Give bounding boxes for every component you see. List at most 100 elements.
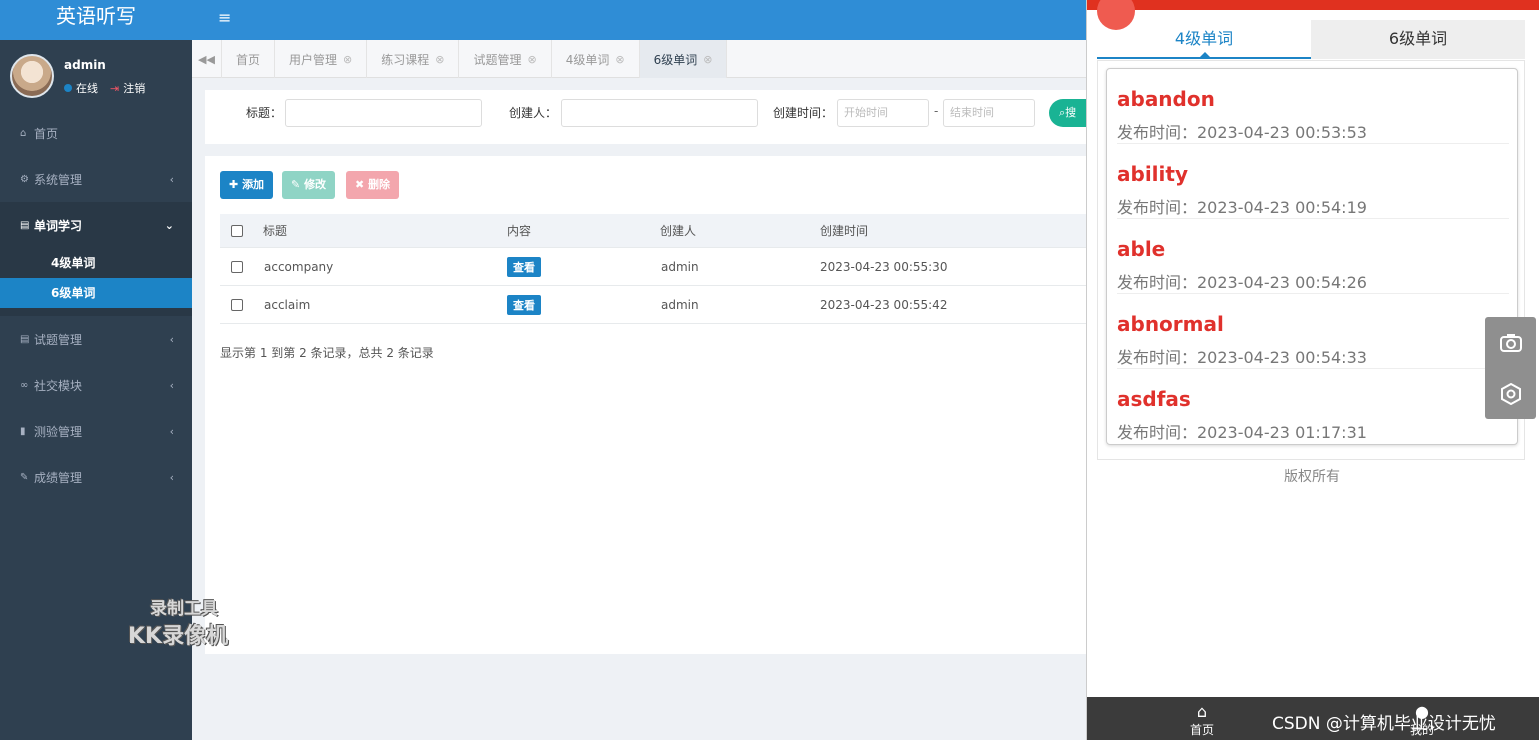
view-content-button[interactable]: 查看 xyxy=(507,248,541,285)
sidebar-item-home[interactable]: ⌂ 首页 xyxy=(0,110,192,156)
word-title[interactable]: ability xyxy=(1117,162,1188,186)
settings-hex-icon[interactable] xyxy=(1485,368,1536,419)
csdn-watermark: CSDN @计算机毕业设计无忧 xyxy=(1272,714,1496,734)
tab-user-management[interactable]: 用户管理 ⊗ xyxy=(275,40,368,78)
title-input[interactable] xyxy=(285,99,482,127)
word-title[interactable]: abandon xyxy=(1117,87,1215,111)
table-row[interactable]: accompany 查看 admin 2023-04-23 00:55:30 xyxy=(220,248,1086,286)
word-publish-time: 发布时间：2023-04-23 01:17:31 xyxy=(1117,423,1367,442)
end-time-input[interactable]: 结束时间 xyxy=(943,99,1035,127)
tab-label: 试题管理 xyxy=(473,52,522,67)
close-icon[interactable]: ⊗ xyxy=(528,53,537,66)
mobile-nav-home[interactable]: ⌂ 首页 xyxy=(1177,703,1227,738)
table-header: 标题 内容 创建人 创建时间 xyxy=(220,214,1086,248)
sidebar-item-score[interactable]: ✎ 成绩管理 ‹ xyxy=(0,454,192,500)
table-panel: ✚ 添加 ✎ 修改 ✖ 删除 标题 内容 创建人 创建时间 accompany … xyxy=(205,156,1086,654)
row-checkbox[interactable] xyxy=(231,248,243,285)
creator-input[interactable] xyxy=(561,99,758,127)
app-logo[interactable]: 英语听写 xyxy=(0,0,192,40)
top-bar: ≡ xyxy=(192,0,1086,40)
sidebar-item-label: 单词学习 xyxy=(34,218,83,233)
word-title[interactable]: asdfas xyxy=(1117,387,1191,411)
copyright-text: 版权所有 xyxy=(1284,469,1340,485)
chevron-left-icon: ‹ xyxy=(169,172,174,186)
chevron-left-icon: ‹ xyxy=(169,378,174,392)
hamburger-icon[interactable]: ≡ xyxy=(218,8,231,27)
column-header-created-time[interactable]: 创建时间 xyxy=(820,214,868,247)
word-title[interactable]: able xyxy=(1117,237,1165,261)
floating-toolbar xyxy=(1485,317,1536,419)
tab-label: 4级单词 xyxy=(565,52,610,67)
tab-exam-management[interactable]: 试题管理 ⊗ xyxy=(459,40,552,78)
add-button[interactable]: ✚ 添加 xyxy=(220,171,274,199)
add-button-label: 添加 xyxy=(242,178,265,191)
sidebar-subitem-cet4[interactable]: 4级单词 xyxy=(0,248,192,278)
book-icon: ▤ xyxy=(20,333,30,345)
logout-icon[interactable]: ⇥ xyxy=(110,82,119,95)
row-creator: admin xyxy=(661,297,699,312)
tab-bar: ◀◀ 首页 用户管理 ⊗ 练习课程 ⊗ 试题管理 ⊗ 4级单词 ⊗ 6级单词 ⊗ xyxy=(192,40,1086,78)
close-icon[interactable]: ⊗ xyxy=(615,53,624,66)
user-name: admin xyxy=(64,58,106,72)
mobile-bottom-nav: ⌂ 首页 ● 我的 CSDN @计算机毕业设计无忧 xyxy=(1087,697,1539,740)
column-header-creator[interactable]: 创建人 xyxy=(660,214,696,247)
search-panel: 标题： 创建人： 创建时间： 开始时间 - 结束时间 ⌕搜 xyxy=(205,90,1089,144)
search-button[interactable]: ⌕搜 xyxy=(1049,99,1089,127)
creator-label: 创建人： xyxy=(509,106,558,120)
tab-cet4[interactable]: 4级单词 ⊗ xyxy=(552,40,640,78)
list-item[interactable]: abandon 发布时间：2023-04-23 00:53:53 xyxy=(1117,69,1509,144)
camera-icon[interactable] xyxy=(1485,317,1536,368)
tab-label: 首页 xyxy=(236,52,261,67)
view-content-button[interactable]: 查看 xyxy=(507,286,541,323)
column-header-title[interactable]: 标题 xyxy=(263,214,287,247)
avatar[interactable] xyxy=(10,54,54,98)
word-title[interactable]: abnormal xyxy=(1117,312,1224,336)
mobile-tab-cet6[interactable]: 6级单词 xyxy=(1311,20,1525,59)
list-item[interactable]: asdfas 发布时间：2023-04-23 01:17:31 xyxy=(1117,369,1509,444)
column-header-content[interactable]: 内容 xyxy=(507,214,531,247)
search-button-label: 搜 xyxy=(1065,106,1077,119)
sidebar-item-exam[interactable]: ▤ 试题管理 ‹ xyxy=(0,316,192,362)
word-list-card: abandon 发布时间：2023-04-23 00:53:53 ability… xyxy=(1106,68,1518,445)
mobile-header-bar xyxy=(1087,0,1539,10)
logout-link[interactable]: 注销 xyxy=(123,80,145,96)
date-separator: - xyxy=(934,104,939,118)
close-icon[interactable]: ⊗ xyxy=(343,53,352,66)
sidebar-item-label: 测验管理 xyxy=(34,424,83,439)
close-icon[interactable]: ⊗ xyxy=(703,53,712,66)
sidebar-subitem-cet6[interactable]: 6级单词 xyxy=(0,278,192,308)
chevron-left-icon: ‹ xyxy=(169,332,174,346)
word-publish-time: 发布时间：2023-04-23 00:53:53 xyxy=(1117,123,1367,142)
sidebar-item-quiz[interactable]: ▮ 测验管理 ‹ xyxy=(0,408,192,454)
list-item[interactable]: ability 发布时间：2023-04-23 00:54:19 xyxy=(1117,144,1509,219)
edit-button[interactable]: ✎ 修改 xyxy=(282,171,336,199)
list-item[interactable]: abnormal 发布时间：2023-04-23 00:54:33 xyxy=(1117,294,1509,369)
start-time-input[interactable]: 开始时间 xyxy=(837,99,929,127)
delete-button[interactable]: ✖ 删除 xyxy=(346,171,400,199)
tab-cet6[interactable]: 6级单词 ⊗ xyxy=(639,40,728,78)
select-all-checkbox[interactable] xyxy=(231,214,243,247)
nav-label: 首页 xyxy=(1189,723,1214,737)
gear-icon: ⚙ xyxy=(20,173,29,185)
table-row[interactable]: acclaim 查看 admin 2023-04-23 00:55:42 xyxy=(220,286,1086,324)
row-created-time: 2023-04-23 00:55:30 xyxy=(820,259,948,274)
chevron-left-icon: ‹ xyxy=(169,470,174,484)
active-tab-caret-icon xyxy=(1199,52,1211,58)
plus-icon: ✚ xyxy=(229,178,239,191)
row-title: accompany xyxy=(264,259,334,274)
recorder-watermark-line2: KK录像机 xyxy=(128,624,229,649)
sidebar-item-social[interactable]: ∞ 社交模块 ‹ xyxy=(0,362,192,408)
tab-practice-course[interactable]: 练习课程 ⊗ xyxy=(367,40,460,78)
sidebar-item-system[interactable]: ⚙ 系统管理 ‹ xyxy=(0,156,192,202)
sidebar-item-word-study[interactable]: ▤ 单词学习 ⌄ xyxy=(0,202,192,248)
tab-label: 用户管理 xyxy=(289,52,338,67)
list-item[interactable]: able 发布时间：2023-04-23 00:54:26 xyxy=(1117,219,1509,294)
tab-home[interactable]: 首页 xyxy=(222,40,276,78)
title-label: 标题： xyxy=(246,106,283,120)
close-icon: ✖ xyxy=(355,178,365,191)
tab-scroll-left-icon[interactable]: ◀◀ xyxy=(192,40,222,78)
bookmark-icon: ▮ xyxy=(20,425,26,437)
row-title: acclaim xyxy=(264,297,311,312)
row-checkbox[interactable] xyxy=(231,286,243,323)
close-icon[interactable]: ⊗ xyxy=(435,53,444,66)
